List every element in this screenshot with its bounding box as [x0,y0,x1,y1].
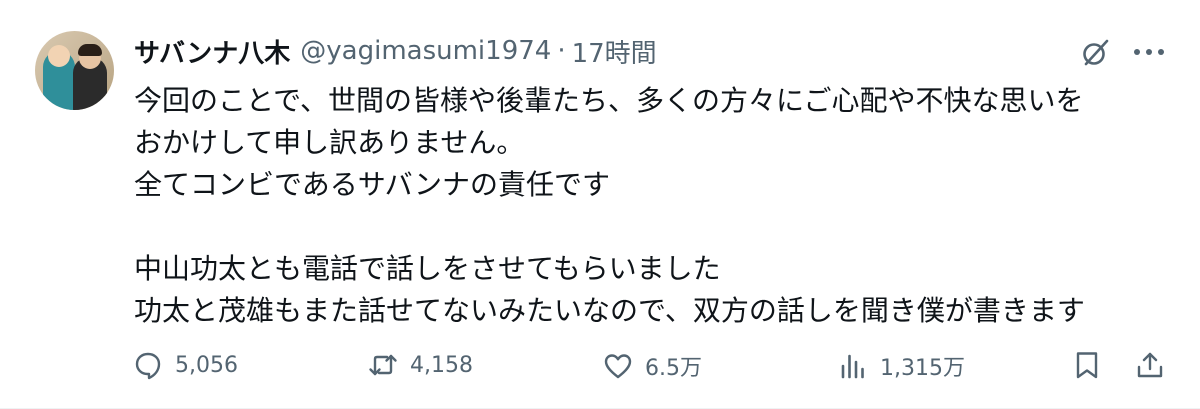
reply-icon [135,352,161,380]
tweet-text: 今回のことで、世間の皆様や後輩たち、多くの方々にご心配や不快な思いを おかけして… [134,80,1174,332]
separator-dot: · [557,36,566,66]
tweet-card[interactable]: サバンナ八木 @yagimasumi1974 · 17時間 今回のことで、世間の… [0,0,1200,409]
more-options-icon[interactable] [1132,42,1166,62]
retweet-button[interactable]: 4,158 [368,350,473,380]
retweet-count: 4,158 [410,352,473,378]
tweet-text-blank-line [134,206,1174,248]
user-handle[interactable]: @yagimasumi1974 [300,36,551,66]
avatar[interactable] [35,31,114,110]
timestamp[interactable]: 17時間 [572,33,657,70]
share-icon [1137,352,1163,378]
like-count: 6.5万 [645,356,702,381]
action-bar: 5,056 4,158 6.5万 1,315万 [0,350,1200,390]
avatar-hair-right [78,44,102,56]
tweet-text-line: 今回のことで、世間の皆様や後輩たち、多くの方々にご心配や不快な思いを [134,84,1084,117]
share-button[interactable] [1135,350,1165,380]
views-icon [841,354,864,379]
views-button[interactable]: 1,315万 [838,350,965,382]
avatar-face-left [48,45,70,67]
tweet-text-line: 中山功太とも電話で話しをさせてもらいました [134,252,721,285]
tweet-text-line: 全てコンビであるサバンナの責任です [134,168,611,201]
reply-button[interactable]: 5,056 [133,350,238,380]
tweet-text-line: おかけして申し訳ありません。 [134,126,525,159]
like-button[interactable]: 6.5万 [603,350,702,382]
reply-count: 5,056 [175,352,238,378]
bookmark-icon [1076,352,1098,379]
heart-icon [604,354,632,379]
bookmark-button[interactable] [1072,350,1102,380]
views-count: 1,315万 [880,356,965,381]
tweet-text-line: 功太と茂雄もまた話せてないみたいなので、双方の話しを聞き僕が書きます [134,294,1085,327]
retweet-icon [369,354,397,376]
display-name[interactable]: サバンナ八木 [134,33,290,70]
tweet-header: サバンナ八木 @yagimasumi1974 · 17時間 [134,33,657,69]
grok-icon[interactable] [1080,36,1112,68]
